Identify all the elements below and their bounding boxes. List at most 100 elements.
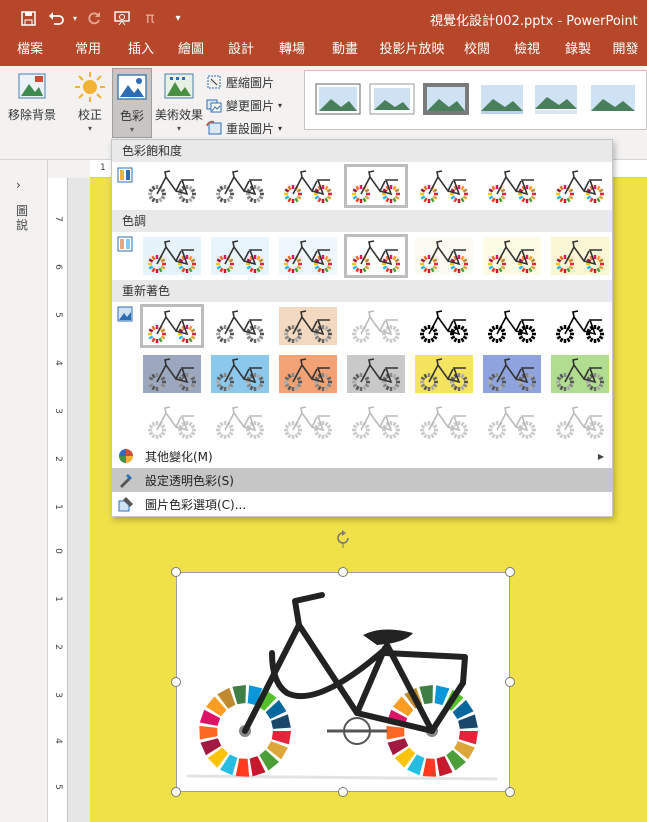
recolor-option[interactable] bbox=[346, 354, 406, 394]
picture-style-thumb[interactable] bbox=[369, 83, 415, 115]
tab-review[interactable]: 校閱 bbox=[452, 36, 502, 66]
recolor-option[interactable] bbox=[414, 354, 474, 394]
compress-pictures-button[interactable]: 壓縮圖片 bbox=[206, 72, 282, 92]
recolor-option[interactable] bbox=[550, 402, 610, 442]
compress-label: 壓縮圖片 bbox=[226, 75, 275, 90]
resize-handle[interactable] bbox=[171, 677, 181, 687]
tab-draw[interactable]: 繪圖 bbox=[166, 36, 216, 66]
tone-option[interactable] bbox=[210, 236, 270, 276]
resize-handle[interactable] bbox=[505, 677, 515, 687]
undo-icon[interactable] bbox=[42, 6, 70, 30]
tab-insert[interactable]: 插入 bbox=[116, 36, 166, 66]
recolor-option[interactable] bbox=[278, 306, 338, 346]
bicycle-illustration bbox=[186, 592, 498, 781]
tone-option[interactable] bbox=[344, 234, 408, 278]
recolor-option[interactable] bbox=[414, 306, 474, 346]
ruler-tick: 0 bbox=[53, 548, 63, 554]
reset-picture-button[interactable]: 重設圖片 ▾ bbox=[206, 118, 282, 138]
recolor-option[interactable] bbox=[550, 354, 610, 394]
save-icon[interactable] bbox=[14, 6, 42, 30]
color-label: 色彩 bbox=[119, 109, 144, 123]
bicycle-swatch-icon bbox=[347, 237, 405, 275]
recolor-option[interactable] bbox=[482, 354, 542, 394]
recolor-option[interactable] bbox=[210, 402, 270, 442]
saturation-option[interactable] bbox=[482, 166, 542, 206]
picture-style-thumb[interactable] bbox=[479, 83, 525, 115]
recolor-option[interactable] bbox=[278, 402, 338, 442]
wheel-segment bbox=[458, 731, 478, 745]
change-picture-button[interactable]: 變更圖片 ▾ bbox=[206, 95, 282, 115]
recolor-option[interactable] bbox=[142, 354, 202, 394]
artistic-effects-label: 美術效果 bbox=[154, 108, 203, 122]
recolor-option[interactable] bbox=[210, 354, 270, 394]
picture-style-thumb[interactable] bbox=[315, 83, 361, 115]
saturation-option[interactable] bbox=[278, 166, 338, 206]
picture-style-thumb[interactable] bbox=[533, 83, 579, 115]
tab-file[interactable]: 檔案 bbox=[0, 36, 60, 66]
tab-animations[interactable]: 動畫 bbox=[318, 36, 372, 66]
recolor-option[interactable] bbox=[346, 306, 406, 346]
tab-home[interactable]: 常用 bbox=[60, 36, 116, 66]
redo-icon[interactable] bbox=[80, 6, 108, 30]
recolor-option[interactable] bbox=[346, 402, 406, 442]
resize-handle[interactable] bbox=[171, 567, 181, 577]
undo-dropdown-icon[interactable]: ▾ bbox=[70, 6, 80, 30]
tab-recording[interactable]: 錄製 bbox=[552, 36, 604, 66]
expand-pane-icon[interactable]: › bbox=[16, 178, 21, 192]
chevron-down-icon: ▾ bbox=[129, 125, 134, 134]
more-variations-item[interactable]: 其他變化(M) ▶ bbox=[112, 444, 612, 468]
bicycle-swatch-icon bbox=[143, 403, 201, 441]
tab-slideshow[interactable]: 投影片放映 bbox=[372, 36, 452, 66]
recolor-option[interactable] bbox=[482, 402, 542, 442]
tab-design[interactable]: 設計 bbox=[216, 36, 266, 66]
remove-background-icon bbox=[18, 73, 46, 99]
tone-option[interactable] bbox=[142, 236, 202, 276]
equation-icon[interactable]: π bbox=[136, 6, 164, 30]
saturation-option[interactable] bbox=[142, 166, 202, 206]
recolor-option[interactable] bbox=[278, 354, 338, 394]
resize-handle[interactable] bbox=[338, 787, 348, 797]
resize-handle[interactable] bbox=[505, 567, 515, 577]
bicycle-swatch-icon bbox=[551, 167, 609, 205]
recolor-option[interactable] bbox=[550, 306, 610, 346]
resize-handle[interactable] bbox=[171, 787, 181, 797]
remove-background-button[interactable]: 移除背景 bbox=[6, 70, 58, 123]
recolor-option[interactable] bbox=[210, 306, 270, 346]
saturation-option[interactable] bbox=[414, 166, 474, 206]
recolor-option[interactable] bbox=[140, 304, 204, 348]
resize-handle[interactable] bbox=[505, 787, 515, 797]
bicycle-swatch-icon bbox=[279, 237, 337, 275]
saturation-option[interactable] bbox=[210, 166, 270, 206]
tone-option[interactable] bbox=[278, 236, 338, 276]
tab-view[interactable]: 檢視 bbox=[502, 36, 552, 66]
rotate-handle-icon[interactable] bbox=[333, 528, 353, 548]
chevron-down-icon: ▾ bbox=[278, 100, 283, 110]
tab-transitions[interactable]: 轉場 bbox=[266, 36, 318, 66]
saturation-option[interactable] bbox=[550, 166, 610, 206]
tone-option[interactable] bbox=[414, 236, 474, 276]
recolor-option[interactable] bbox=[482, 306, 542, 346]
present-from-start-icon[interactable] bbox=[108, 6, 136, 30]
tone-option[interactable] bbox=[550, 236, 610, 276]
ruler-tick: 2 bbox=[53, 456, 63, 462]
bicycle-picture[interactable] bbox=[176, 572, 510, 792]
wheel-segment bbox=[422, 758, 437, 777]
wheel-segment bbox=[271, 731, 291, 745]
remove-background-label: 移除背景 bbox=[7, 108, 56, 122]
ruler-tick: 1 bbox=[53, 596, 63, 602]
resize-handle[interactable] bbox=[338, 567, 348, 577]
tab-developer[interactable]: 開發 bbox=[604, 36, 647, 66]
recolor-option[interactable] bbox=[414, 402, 474, 442]
artistic-effects-button[interactable]: 美術效果 ▾ bbox=[154, 70, 204, 133]
corrections-button[interactable]: 校正 ▾ bbox=[72, 70, 108, 133]
bicycle-swatch-icon bbox=[143, 307, 201, 345]
picture-color-options-item[interactable]: 圖片色彩選項(C)... bbox=[112, 492, 612, 516]
set-transparent-color-item[interactable]: 設定透明色彩(S) bbox=[112, 468, 612, 492]
tone-option[interactable] bbox=[482, 236, 542, 276]
recolor-option[interactable] bbox=[142, 402, 202, 442]
saturation-option[interactable] bbox=[344, 164, 408, 208]
picture-style-thumb[interactable] bbox=[423, 83, 469, 115]
color-button[interactable]: 色彩 ▾ bbox=[112, 68, 152, 138]
picture-style-thumb[interactable] bbox=[589, 83, 635, 115]
customize-qat-icon[interactable]: ▾ bbox=[164, 6, 192, 30]
